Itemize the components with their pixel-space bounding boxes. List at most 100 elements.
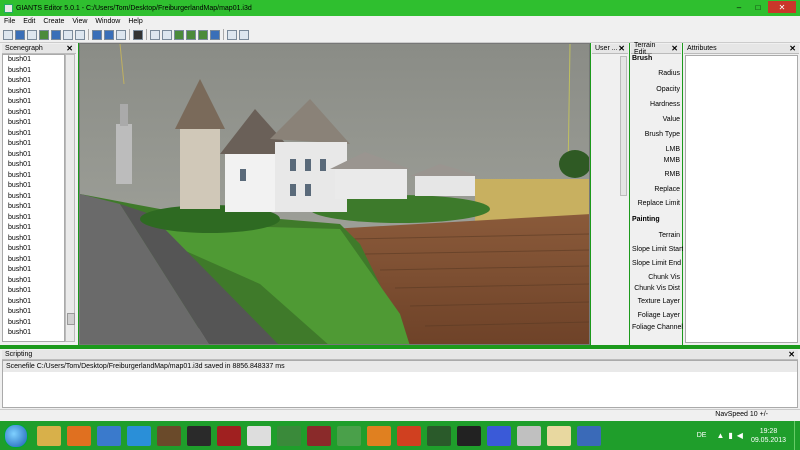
scenegraph-node[interactable]: bush01 bbox=[3, 139, 64, 150]
steam-icon[interactable] bbox=[517, 425, 541, 446]
internet-explorer-icon[interactable] bbox=[127, 425, 151, 446]
play-icon[interactable] bbox=[133, 29, 143, 40]
user-attributes-scrollbar[interactable] bbox=[620, 56, 627, 196]
terrain-paint-icon[interactable] bbox=[186, 29, 196, 40]
game-99-icon[interactable] bbox=[187, 425, 211, 446]
maximize-button[interactable]: □ bbox=[749, 1, 767, 13]
scenegraph-node[interactable]: bush01 bbox=[3, 286, 64, 297]
scenegraph-node[interactable]: bush01 bbox=[3, 55, 64, 66]
save-icon[interactable] bbox=[51, 29, 61, 40]
game-icon[interactable] bbox=[397, 425, 421, 446]
scenegraph-node[interactable]: bush01 bbox=[3, 97, 64, 108]
user-attributes-close-icon[interactable]: ✕ bbox=[618, 44, 625, 53]
scenegraph-node[interactable]: bush01 bbox=[3, 192, 64, 203]
import-icon[interactable] bbox=[27, 29, 37, 40]
scenegraph-node[interactable]: bush01 bbox=[3, 160, 64, 171]
terrain-param-label: LMB bbox=[665, 146, 680, 153]
media-player-icon[interactable] bbox=[67, 425, 91, 446]
taskbar: DE ▲ ▮ ◀ 19:28 09.05.2013 bbox=[0, 421, 800, 450]
attributes-body[interactable] bbox=[685, 55, 798, 343]
scenegraph-node[interactable]: bush01 bbox=[3, 129, 64, 140]
move-mode-icon[interactable] bbox=[162, 29, 172, 40]
farming-2012-icon[interactable] bbox=[217, 425, 241, 446]
chrome-icon[interactable] bbox=[247, 425, 271, 446]
scenegraph-node[interactable]: bush01 bbox=[3, 150, 64, 161]
undo-icon[interactable] bbox=[92, 29, 102, 40]
menu-create[interactable]: Create bbox=[39, 18, 68, 25]
volume-icon[interactable]: ◀ bbox=[737, 431, 743, 440]
menu-window[interactable]: Window bbox=[91, 18, 124, 25]
scenegraph-node[interactable]: bush01 bbox=[3, 181, 64, 192]
maya-icon[interactable] bbox=[337, 425, 361, 446]
scenegraph-node[interactable]: bush01 bbox=[3, 244, 64, 255]
scenegraph-node[interactable]: bush01 bbox=[3, 171, 64, 182]
scenegraph-node[interactable]: bush01 bbox=[3, 265, 64, 276]
combine-icon[interactable] bbox=[427, 425, 451, 446]
new-file-icon[interactable] bbox=[3, 29, 13, 40]
terrain-param-label: RMB bbox=[664, 171, 680, 178]
minecraft-icon[interactable] bbox=[157, 425, 181, 446]
refresh-icon[interactable] bbox=[116, 29, 126, 40]
3d-viewport[interactable] bbox=[79, 43, 590, 345]
tools-icon[interactable] bbox=[97, 425, 121, 446]
select-mode-icon[interactable] bbox=[150, 29, 160, 40]
scenegraph-title: Scenegraph bbox=[5, 45, 43, 52]
farming-game-icon[interactable] bbox=[307, 425, 331, 446]
explorer-window-icon[interactable] bbox=[577, 425, 601, 446]
redo-icon[interactable] bbox=[104, 29, 114, 40]
scenegraph-node[interactable]: bush01 bbox=[3, 276, 64, 287]
scenegraph-node[interactable]: bush01 bbox=[3, 223, 64, 234]
menu-view[interactable]: View bbox=[68, 18, 91, 25]
tray-arrow-icon[interactable]: ▲ bbox=[716, 431, 724, 440]
attributes-close-icon[interactable]: ✕ bbox=[789, 44, 796, 53]
network-icon[interactable]: ▮ bbox=[728, 431, 732, 440]
scenegraph-node[interactable]: bush01 bbox=[3, 297, 64, 308]
explorer-icon[interactable] bbox=[37, 425, 61, 446]
terrain-sculpt-icon[interactable] bbox=[174, 29, 184, 40]
save-as-icon[interactable] bbox=[63, 29, 73, 40]
scenegraph-node[interactable]: bush01 bbox=[3, 108, 64, 119]
scenegraph-node[interactable]: bush01 bbox=[3, 118, 64, 129]
export-icon[interactable] bbox=[39, 29, 49, 40]
show-desktop-button[interactable] bbox=[794, 421, 800, 450]
scenegraph-close-icon[interactable]: ✕ bbox=[66, 44, 73, 53]
reload-icon[interactable] bbox=[75, 29, 85, 40]
giants-editor-taskbar-icon[interactable] bbox=[547, 425, 571, 446]
scripting-console[interactable]: Scenefile C:/Users/Tom/Desktop/Freiburge… bbox=[2, 360, 798, 408]
scenegraph-node[interactable]: bush01 bbox=[3, 202, 64, 213]
menu-help[interactable]: Help bbox=[124, 18, 146, 25]
particle-icon[interactable] bbox=[227, 29, 237, 40]
terrain-param-label: Foliage Layer bbox=[637, 312, 680, 319]
scrollbar-thumb[interactable] bbox=[67, 313, 75, 325]
scenegraph-node[interactable]: bush01 bbox=[3, 307, 64, 318]
blender-icon[interactable] bbox=[367, 425, 391, 446]
scenegraph-node[interactable]: bush01 bbox=[3, 318, 64, 329]
terrain-param-label: MMB bbox=[663, 157, 680, 164]
language-indicator[interactable]: DE bbox=[697, 432, 707, 439]
minimize-button[interactable]: – bbox=[730, 1, 748, 13]
open-file-icon[interactable] bbox=[15, 29, 25, 40]
game-2-icon[interactable] bbox=[457, 425, 481, 446]
scenegraph-node[interactable]: bush01 bbox=[3, 255, 64, 266]
pulse-icon[interactable] bbox=[487, 425, 511, 446]
terrain-info-icon[interactable] bbox=[210, 29, 220, 40]
scenegraph-scrollbar[interactable] bbox=[65, 54, 75, 342]
scenegraph-node[interactable]: bush01 bbox=[3, 213, 64, 224]
menu-edit[interactable]: Edit bbox=[19, 18, 39, 25]
scripting-close-icon[interactable]: ✕ bbox=[788, 350, 795, 359]
scenegraph-node[interactable]: bush01 bbox=[3, 328, 64, 339]
terrain-editing-close-icon[interactable]: ✕ bbox=[671, 44, 678, 53]
scenegraph-node[interactable]: bush01 bbox=[3, 87, 64, 98]
brush-section-label: Brush bbox=[632, 55, 653, 62]
start-button[interactable] bbox=[4, 423, 28, 448]
foliage-paint-icon[interactable] bbox=[198, 29, 208, 40]
menu-file[interactable]: File bbox=[0, 18, 19, 25]
clock[interactable]: 19:28 09.05.2013 bbox=[751, 427, 786, 445]
close-button[interactable]: ✕ bbox=[768, 1, 796, 13]
scenegraph-node[interactable]: bush01 bbox=[3, 66, 64, 77]
tractor-icon[interactable] bbox=[277, 425, 301, 446]
scenegraph-node[interactable]: bush01 bbox=[3, 76, 64, 87]
scenegraph-node[interactable]: bush01 bbox=[3, 234, 64, 245]
scenegraph-tree[interactable]: bush01 bush01 bush01 bush01 bush01 bush01 bush… bbox=[2, 54, 65, 342]
navigation-icon[interactable] bbox=[239, 29, 249, 40]
